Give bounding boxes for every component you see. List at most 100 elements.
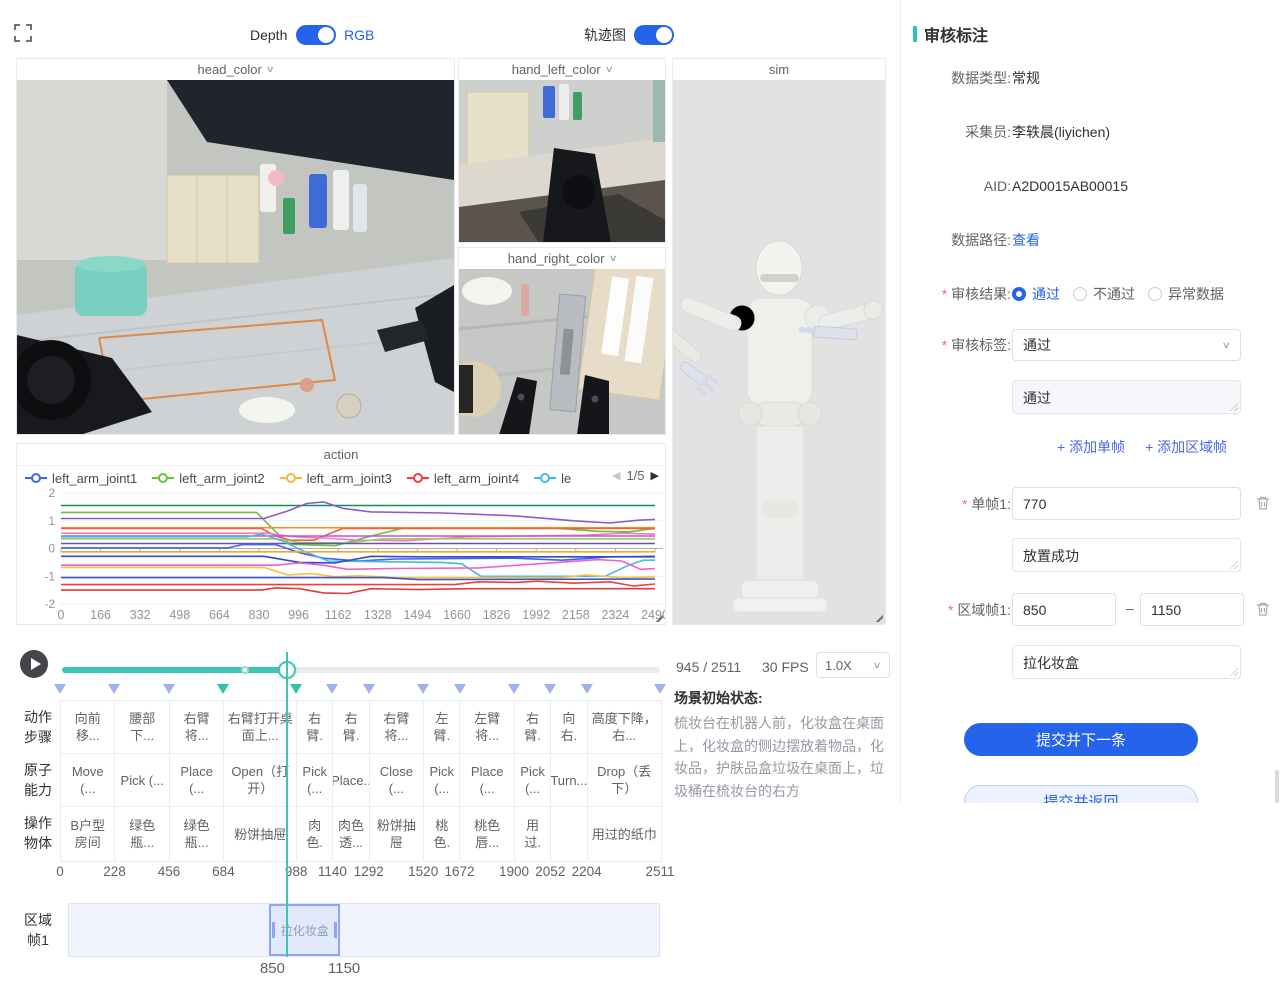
chevron-down-icon: ∨ [873,660,882,671]
add-region-frame-link[interactable]: + 添加区域帧 [1145,437,1227,457]
legend-item-left_arm_joint4[interactable]: left_arm_joint4 [407,471,519,486]
steps-column-11: 向右.Turn... [551,701,587,861]
ability-cell: Pick (... [297,754,332,807]
svg-text:-2: -2 [44,597,55,611]
chevron-down-icon: ∨ [1222,340,1231,351]
action-cell: 左臂将... [460,701,513,754]
single-frame-note[interactable]: 放置成功 [1012,538,1241,572]
svg-text:1: 1 [48,514,55,528]
svg-text:1162: 1162 [325,608,352,622]
row-label-region-frame: 区域帧1 [20,903,56,957]
result-radio-不通过[interactable]: 不通过 [1073,284,1135,304]
sim-title: sim [673,59,885,81]
segment-marker-988[interactable] [290,684,302,694]
playhead-line[interactable] [286,652,288,957]
segment-marker-1900[interactable] [508,684,520,694]
legend-marker-icon [280,473,302,483]
region-left-handle[interactable] [272,922,275,938]
region-frame-note[interactable]: 拉化妆盒 [1012,645,1241,679]
review-panel: 审核标注 数据类型: 常规 采集员: 李轶晨(liyichen) AID: A2… [900,0,1280,803]
scrollbar-thumb[interactable] [1275,770,1279,803]
aid-label: AID: [905,176,1011,196]
app-root: Depth RGB 轨迹图 head_color∨ [0,0,1280,987]
review-tag-select[interactable]: 通过∨ [1012,329,1241,361]
region-frame-track[interactable]: 拉化妆盒 [68,903,660,957]
region-start-frame: 850 [260,960,285,977]
segment-marker-2204[interactable] [581,684,593,694]
svg-text:2324: 2324 [601,608,629,622]
action-chart-plot: 210-1-2016633249866483099611621328149416… [17,488,665,624]
head-camera-title[interactable]: head_color∨ [17,59,454,81]
frame-tick-2052: 2052 [535,864,565,879]
row-label-atomic-ability: 原子能力 [18,753,58,806]
sim-robot-view [673,80,885,624]
svg-text:1826: 1826 [483,608,511,622]
segment-marker-1140[interactable] [326,684,338,694]
segment-marker-456[interactable] [163,684,175,694]
result-radio-通过[interactable]: 通过 [1012,284,1060,304]
data-path-label: 数据路径: [905,230,1011,250]
submit-back-button[interactable]: 提交并返回 [964,785,1198,803]
ability-cell: Place.. [333,754,368,807]
sim-panel: sim [672,58,886,625]
add-single-frame-link[interactable]: + 添加单帧 [1057,437,1125,457]
region-end-input[interactable] [1140,593,1244,626]
region-frame-segment[interactable]: 拉化妆盒 [269,904,340,956]
action-cell: 右臂. [297,701,332,754]
steps-column-10: 右臂.Pick (...用过. [515,701,551,861]
region-start-input[interactable] [1012,593,1116,626]
review-panel-title: 审核标注 [924,22,988,46]
frame-tick-684: 684 [212,864,235,879]
play-button[interactable] [20,650,48,678]
result-radio-异常数据[interactable]: 异常数据 [1148,284,1224,304]
scene-body: 梳妆台在机器人前，化妆盒在桌面上，化妆盒的侧边摆放着物品，化妆品，护肤品盒垃圾在… [674,712,886,803]
ability-cell: Turn... [551,754,586,807]
speed-select[interactable]: 1.0X∨ [816,652,890,678]
range-dash: – [1126,600,1134,616]
segment-marker-1672[interactable] [454,684,466,694]
fullscreen-icon[interactable] [14,24,32,42]
legend-item-left_arm_joint1[interactable]: left_arm_joint1 [25,471,137,486]
delete-single-frame-icon[interactable] [1255,495,1271,511]
segment-marker-2511[interactable] [654,684,666,694]
object-cell: 用过. [515,807,550,861]
segment-marker-1520[interactable] [417,684,429,694]
chart-series-left_arm_joint4 [61,581,655,586]
segment-marker-1292[interactable] [363,684,375,694]
steps-column-8: 左臂.Pick (...桃色. [424,701,460,861]
segment-marker-228[interactable] [108,684,120,694]
submit-next-button[interactable]: 提交并下一条 [964,723,1198,756]
frame-counter: 945 / 2511 [676,654,741,680]
ability-cell: Drop（丢下） [588,754,661,807]
legend-prev-icon[interactable]: ◀ [612,469,620,482]
segment-marker-0[interactable] [54,684,66,694]
segment-marker-2052[interactable] [544,684,556,694]
legend-item-left_arm_joint2[interactable]: left_arm_joint2 [152,471,264,486]
frame-tick-1672: 1672 [444,864,474,879]
trajectory-toggle[interactable] [634,25,674,45]
depth-rgb-toggle[interactable] [296,25,336,45]
row-label-objects: 操作物体 [18,806,58,860]
radio-dot [1012,287,1026,301]
ability-cell: Place (... [460,754,513,807]
action-cell: 向前移... [61,701,114,754]
data-path-link[interactable]: 查看 [1012,230,1040,250]
playback-slider[interactable] [62,667,660,673]
ability-cell: Pick (... [424,754,459,807]
hand-left-camera-panel: hand_left_color∨ [458,58,666,243]
legend-next-icon[interactable]: ▶ [651,469,659,482]
tag-note-textarea[interactable]: 通过 [1012,380,1241,414]
segment-marker-684[interactable] [217,684,229,694]
region-right-handle[interactable] [334,922,337,938]
legend-item-le[interactable]: le [534,471,571,486]
single-frame-input[interactable] [1012,487,1241,520]
row-label-action-steps: 动作步骤 [18,700,58,753]
action-chart-title: action [17,444,665,466]
delete-region-frame-icon[interactable] [1255,601,1271,617]
legend-item-left_arm_joint3[interactable]: left_arm_joint3 [280,471,392,486]
action-cell: 腰部下... [115,701,168,754]
hand-right-camera-title[interactable]: hand_right_color∨ [459,248,665,270]
ability-cell: Close (... [370,754,423,807]
ability-cell: Place (... [170,754,223,807]
hand-left-camera-title[interactable]: hand_left_color∨ [459,59,665,81]
